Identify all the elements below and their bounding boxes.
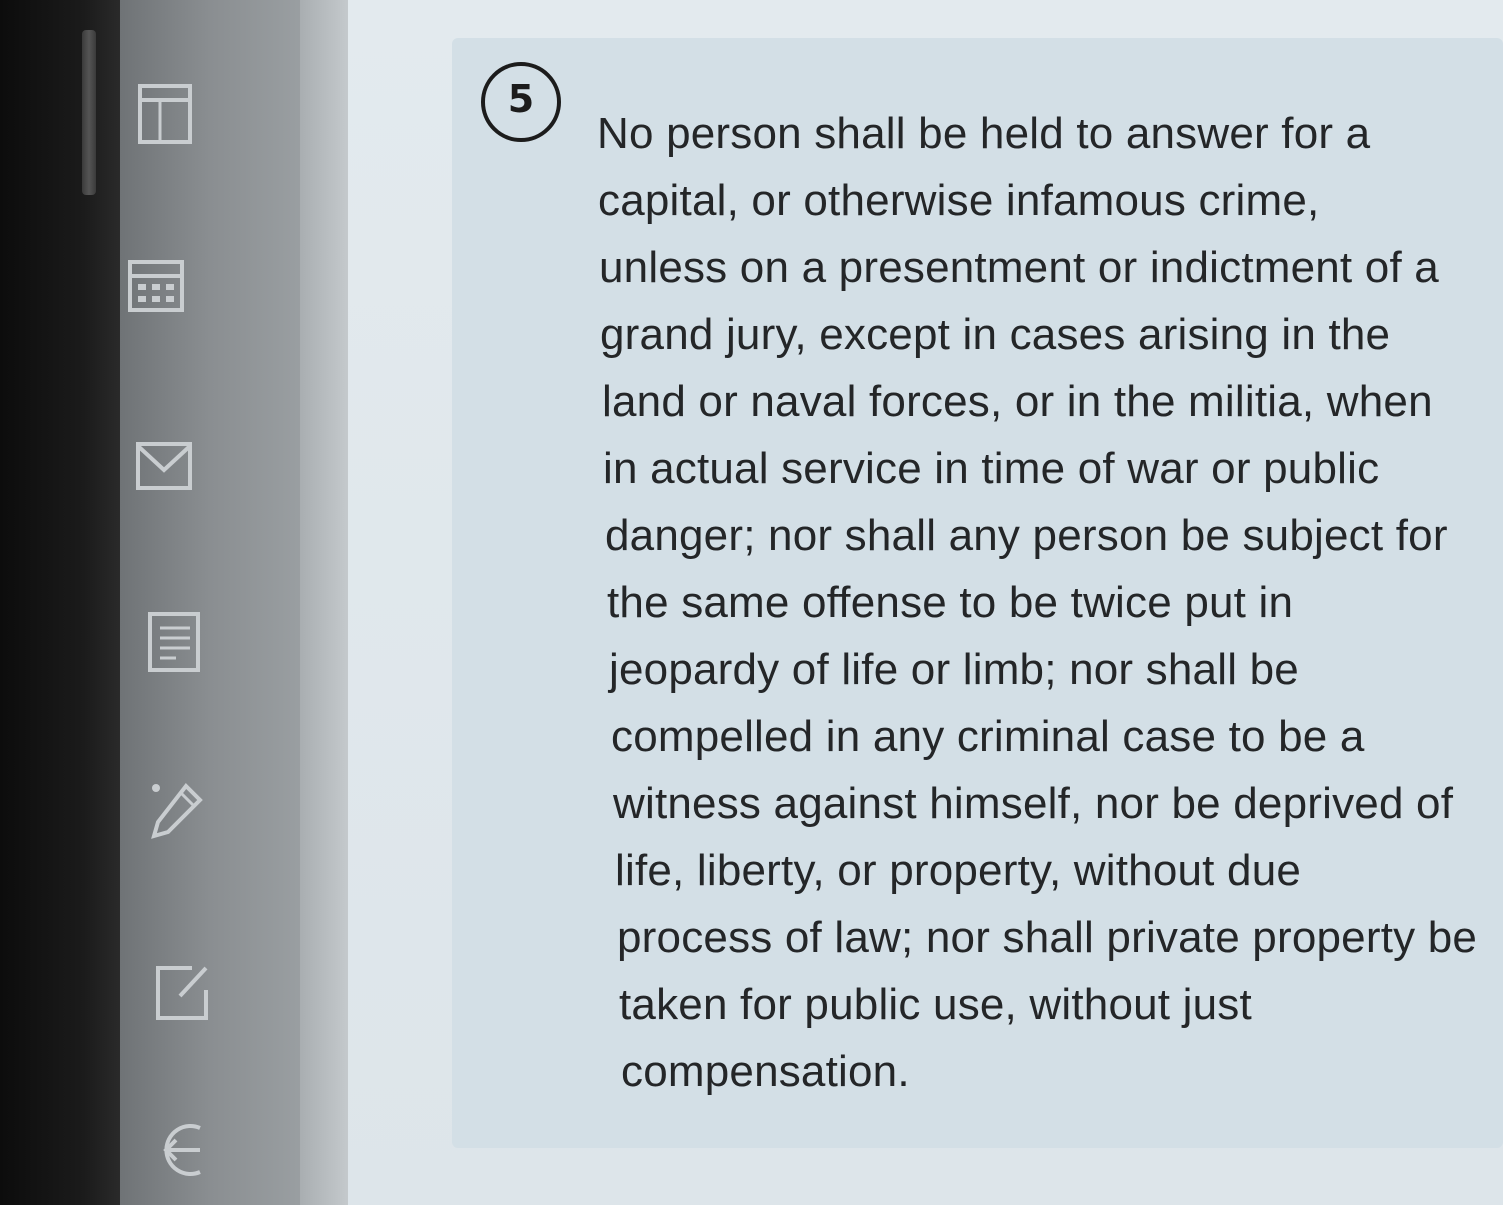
step-number-badge: 5	[481, 62, 561, 142]
amendment-text: No person shall be held to answer for a …	[597, 100, 1497, 1105]
text-line: process of law; nor shall private proper…	[617, 913, 1478, 962]
table-icon[interactable]	[136, 82, 196, 146]
bezel-highlight	[82, 30, 96, 195]
calendar-icon[interactable]	[126, 252, 186, 316]
text-line: capital, or otherwise infamous crime,	[598, 176, 1320, 225]
text-line: land or naval forces, or in the militia,…	[602, 377, 1433, 426]
text-line: unless on a presentment or indictment of…	[599, 243, 1439, 292]
notes-icon[interactable]	[146, 610, 206, 674]
step-number: 5	[507, 77, 535, 121]
text-line: life, liberty, or property, without due	[615, 846, 1302, 895]
text-line: witness against himself, nor be deprived…	[613, 779, 1454, 828]
text-line: the same offense to be twice put in	[607, 578, 1294, 627]
text-line: compelled in any criminal case to be a	[611, 712, 1365, 761]
edit-icon[interactable]	[152, 960, 212, 1024]
text-line: in actual service in time of war or publ…	[603, 444, 1380, 493]
text-line: danger; nor shall any person be subject …	[605, 511, 1448, 560]
sidebar	[120, 0, 320, 1205]
text-line: compensation.	[621, 1047, 910, 1096]
mail-icon[interactable]	[134, 436, 194, 500]
text-line: grand jury, except in cases arising in t…	[600, 310, 1391, 359]
pencil-icon[interactable]	[146, 780, 206, 844]
text-line: taken for public use, without just	[619, 980, 1252, 1029]
device-bezel	[0, 0, 120, 1205]
logout-icon[interactable]	[156, 1118, 216, 1182]
sidebar-edge	[300, 0, 348, 1205]
text-line: jeopardy of life or limb; nor shall be	[609, 645, 1299, 694]
text-line: No person shall be held to answer for a	[597, 109, 1371, 158]
